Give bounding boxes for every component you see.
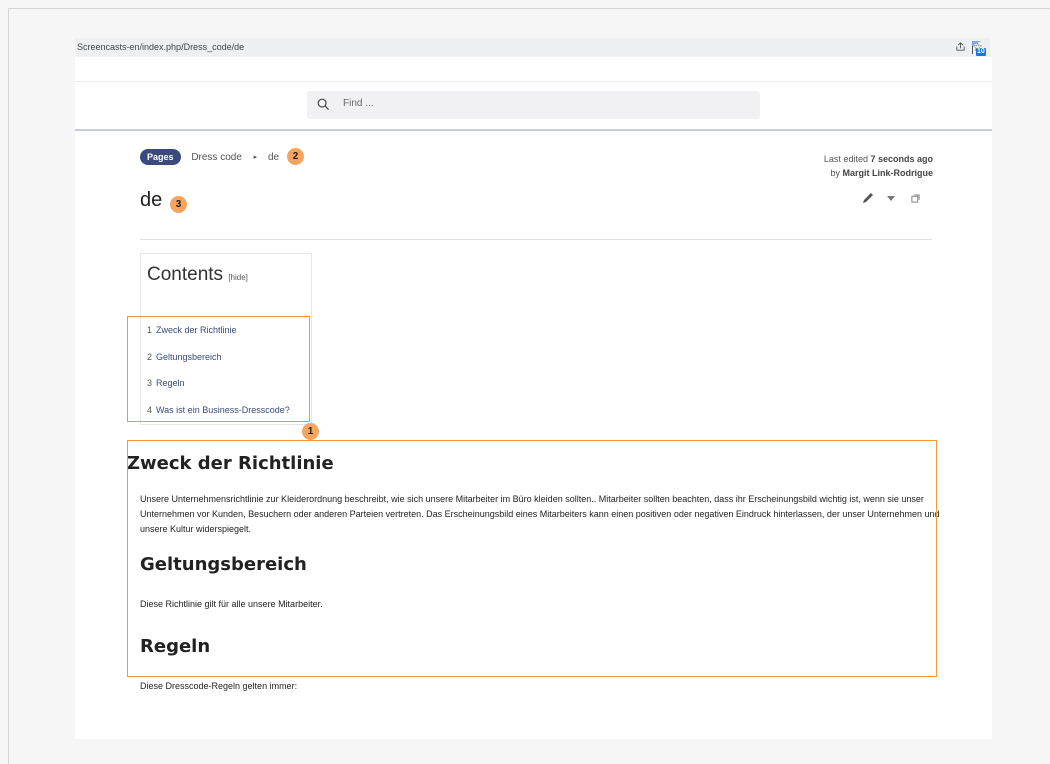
page-tools [861,191,931,209]
toc-item[interactable]: 1 Zweck der Richtlinie [147,320,290,347]
toc-item-label[interactable]: Regeln [156,378,185,388]
breadcrumb-current[interactable]: de [268,152,279,163]
toc-title: Contents [hide] [147,264,248,286]
toc-item[interactable]: 2 Geltungsbereich [147,347,290,374]
extension-badge: 10 [976,48,986,56]
page-title: de [140,189,163,211]
popout-icon[interactable] [911,194,920,203]
section-heading-regeln: Regeln [140,636,211,657]
toc-item-number: 1 [147,325,153,335]
article-content: Zweck der Richtlinie Unsere Unternehmens… [127,453,940,694]
wiki-page: Find ... Pages Dress code ▸ de 2 Last ed… [75,57,992,739]
toc-item-label[interactable]: Zweck der Richtlinie [156,325,237,335]
toc-item[interactable]: 3 Regeln [147,373,290,400]
edit-pencil-icon[interactable] [861,191,875,205]
breadcrumb-separator-icon: ▸ [253,154,258,161]
toc-item[interactable]: 4 Was ist ein Business-Dresscode? [147,400,290,427]
edited-by-prefix: by [830,168,843,178]
section-text-zweck: Unsere Unternehmensrichtlinie zur Kleide… [140,494,940,534]
share-icon[interactable] [955,41,966,52]
section-heading-geltungsbereich: Geltungsbereich [140,554,307,575]
edited-time[interactable]: 7 seconds ago [870,154,933,164]
title-divider [140,239,932,240]
annotation-marker-2: 2 [287,148,304,165]
toc-title-text: Contents [147,264,224,285]
edited-author[interactable]: Margit Link-Rodrigue [843,168,934,178]
annotation-marker-3: 3 [170,196,187,213]
url-text: Screencasts-en/index.php/Dress_code/de [77,42,245,52]
top-strip [75,57,992,82]
table-of-contents: Contents [hide] 1 Zweck der Richtlinie 2G… [140,253,312,425]
search-placeholder: Find ... [343,98,374,109]
section-heading-zweck: Zweck der Richtlinie [127,453,334,474]
search-bar: Find ... [75,82,992,131]
chevron-down-icon[interactable] [887,196,895,201]
toc-item-number: 3 [147,378,153,388]
search-input[interactable]: Find ... [307,91,760,119]
last-edited-info: Last edited 7 seconds ago by Margit Link… [824,152,933,180]
section-text-regeln: Diese Dresscode-Regeln gelten immer: [140,681,298,691]
toc-item-number: 4 [147,404,153,415]
flag-shape [972,41,981,46]
address-bar[interactable]: Screencasts-en/index.php/Dress_code/de ☆ [75,38,990,56]
extension-flag-icon[interactable]: 10 [968,38,988,58]
breadcrumb-parent[interactable]: Dress code [191,152,242,163]
toc-item-label[interactable]: Was ist ein Business-Dresscode? [156,405,290,415]
toc-item-label[interactable]: Geltungsbereich [156,352,222,362]
toc-list: 1 Zweck der Richtlinie 2 Geltungsbereich 3… [147,320,290,426]
search-icon [317,98,330,111]
breadcrumb-pages-pill[interactable]: Pages [140,149,181,165]
toc-item-number: 2 [147,351,153,362]
toc-hide-link[interactable]: [hide] [228,273,248,282]
section-text-geltungsbereich: Diese Richtlinie gilt für alle unsere Mi… [140,599,323,609]
breadcrumb: Pages Dress code ▸ de [140,149,279,167]
annotation-marker-1: 1 [302,423,319,440]
edited-prefix: Last edited [823,154,871,164]
